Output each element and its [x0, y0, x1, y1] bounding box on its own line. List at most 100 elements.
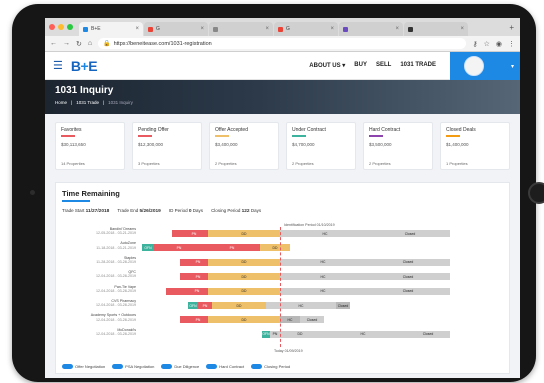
nav-1031-trade[interactable]: 1031 TRADE [400, 62, 436, 69]
timeline-segment[interactable]: Closed [366, 258, 450, 266]
property-label[interactable]: Pan-Tie Vape 12-04-2018 - 03-28-2019 [62, 285, 136, 293]
key-icon[interactable]: ⚷ [472, 40, 477, 48]
timeline-segment[interactable]: PN [198, 302, 212, 309]
browser-tab[interactable]: G × [274, 22, 338, 36]
timeline-segment[interactable]: DD [208, 316, 280, 324]
property-label[interactable]: Staples 11-28-2018 - 03-28-2019 [62, 256, 136, 264]
stage-card[interactable]: Pending Offer $12,300,000 3 Properties [132, 122, 202, 170]
timeline-segment[interactable]: PN [188, 316, 208, 324]
timeline-segment[interactable]: PN [188, 273, 208, 281]
url-field[interactable]: 🔒 https://beneitease.com/1031-registrati… [98, 38, 467, 49]
home-button[interactable] [528, 182, 544, 204]
maximize-window-dot[interactable] [67, 24, 73, 30]
stage-card[interactable]: Under Contract $4,700,000 2 Properties [286, 122, 356, 170]
property-label[interactable]: QFC 12-04-2018 - 03-28-2019 [62, 270, 136, 278]
reload-icon[interactable]: ↻ [76, 40, 82, 48]
main-nav: ABOUT US ▾ BUY SELL 1031 TRADE [309, 62, 436, 69]
timeline-segment[interactable]: PN [180, 230, 208, 237]
legend-chip [161, 364, 173, 369]
user-menu[interactable]: ▾ [450, 52, 520, 80]
browser-tab[interactable]: G × [144, 22, 208, 36]
timeline-segment[interactable] [180, 258, 188, 266]
stage-card[interactable]: Closed Deals $1,400,000 1 Properties [440, 122, 510, 170]
timeline-segment[interactable]: Closed [336, 302, 350, 309]
timeline-segment[interactable]: DD [208, 230, 280, 237]
timeline-segment[interactable] [180, 273, 188, 281]
browser-tab[interactable]: B+E × [79, 22, 143, 36]
stage-card[interactable]: Hard Contract $3,500,000 2 Properties [363, 122, 433, 170]
breadcrumb-1031-trade[interactable]: 1031 Trade [76, 100, 99, 105]
stage-card[interactable]: Favorites $30,113,650 14 Properties [55, 122, 125, 170]
property-label[interactable]: AutoZone 11-18-2018 - 03-21-2019 [62, 241, 136, 249]
property-label[interactable]: Academy Sports + Outdoors 12-04-2018 - 03… [62, 313, 136, 321]
close-tab-icon[interactable]: × [265, 26, 269, 32]
close-tab-icon[interactable]: × [135, 26, 139, 32]
back-icon[interactable]: ← [50, 40, 57, 47]
stage-amount: $30,113,650 [61, 142, 86, 147]
timeline-segment[interactable]: OFN [142, 244, 154, 252]
timeline-segment[interactable]: DD [208, 287, 280, 295]
home-icon[interactable]: ⌂ [88, 40, 92, 47]
property-label[interactable]: CVS Pharmacy 12-04-2018 - 03-28-2019 [62, 299, 136, 307]
timeline-segment[interactable]: DD [280, 330, 320, 338]
timeline-segment[interactable]: Closed [370, 230, 450, 237]
timeline-segment[interactable]: DD [260, 244, 290, 252]
timeline-segment[interactable]: Closed [300, 316, 324, 324]
avatar[interactable] [464, 56, 484, 76]
timeline-segment[interactable]: Closed [366, 287, 450, 295]
timeline-segment[interactable]: DD [208, 273, 280, 281]
timeline-segment[interactable] [180, 316, 188, 324]
timeline-segment[interactable]: HC [320, 330, 406, 338]
tab-favicon-icon [343, 26, 348, 32]
stage-card[interactable]: Offer Accepted $3,400,000 2 Properties [209, 122, 279, 170]
property-label[interactable]: Bandini' Dreams 12-05-2018 - 03-21-2019 [62, 227, 136, 235]
stage-properties: 3 Properties [138, 161, 160, 166]
close-tab-icon[interactable]: × [395, 26, 399, 32]
browser-tab[interactable]: × [404, 22, 468, 36]
site-logo[interactable]: B+E [71, 58, 98, 74]
timeline-segment[interactable]: DD [212, 302, 266, 309]
hamburger-menu-icon[interactable]: ☰ [53, 59, 63, 72]
browser-tab[interactable]: × [209, 22, 273, 36]
timeline-segment[interactable]: OFN [262, 330, 270, 338]
timeline-segment[interactable]: PN [204, 244, 260, 252]
legend-label: Hard Contract [219, 363, 245, 369]
nav-sell[interactable]: SELL [376, 62, 391, 69]
close-tab-icon[interactable]: × [460, 26, 464, 32]
breadcrumb-home[interactable]: Home [55, 100, 67, 105]
timeline-segment[interactable]: Closed [406, 330, 450, 338]
close-tab-icon[interactable]: × [200, 26, 204, 32]
star-icon[interactable]: ☆ [484, 40, 490, 48]
timeline-segment[interactable]: HC [280, 230, 370, 237]
forward-icon[interactable]: → [63, 40, 70, 47]
timeline-segment[interactable]: PN [154, 244, 204, 252]
timeline-segment[interactable]: HC [280, 316, 300, 324]
chevron-down-icon[interactable]: ▾ [511, 63, 514, 70]
close-tab-icon[interactable]: × [330, 26, 334, 32]
timeline-segment[interactable]: PN [270, 330, 280, 338]
property-label[interactable]: McDonald's 12-04-2018 - 03-28-2019 [62, 328, 136, 336]
stage-color-bar [446, 135, 460, 137]
timeline-segment[interactable]: HC [280, 287, 366, 295]
timeline-segment[interactable] [166, 287, 186, 295]
minimize-window-dot[interactable] [58, 24, 64, 30]
extension-icon[interactable]: ◉ [496, 40, 502, 48]
timeline-segment[interactable]: HC [280, 273, 366, 281]
property-dates: 11-28-2018 - 03-28-2019 [96, 260, 136, 264]
browser-tab[interactable]: × [339, 22, 403, 36]
nav-about-us[interactable]: ABOUT US ▾ [309, 62, 345, 69]
timeline-segment[interactable]: HC [266, 302, 336, 309]
timeline-segment[interactable]: DD [208, 258, 280, 266]
menu-dots-icon[interactable]: ⋮ [508, 40, 515, 48]
stage-amount: $3,500,000 [369, 142, 392, 147]
timeline-segment[interactable]: Closed [366, 273, 450, 281]
nav-buy[interactable]: BUY [354, 62, 367, 69]
timeline-segment[interactable]: PN [186, 287, 208, 295]
time-remaining-section: Time Remaining Trade Start 11/27/2018 Tr… [45, 182, 520, 378]
timeline-segment[interactable]: OFN [188, 302, 198, 309]
timeline-segment[interactable]: PN [188, 258, 208, 266]
new-tab-button[interactable]: + [509, 23, 514, 32]
close-window-dot[interactable] [49, 24, 55, 30]
timeline-segment[interactable] [172, 230, 180, 237]
timeline-segment[interactable]: HC [280, 258, 366, 266]
